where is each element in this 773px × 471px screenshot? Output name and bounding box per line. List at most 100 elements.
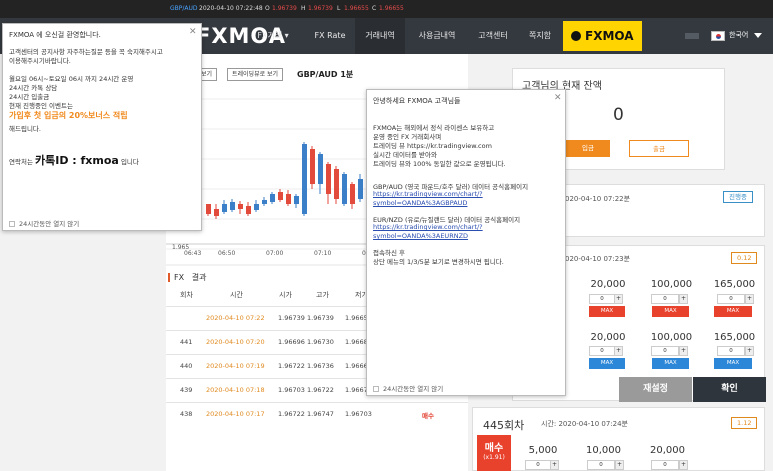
checkbox[interactable] — [9, 221, 15, 227]
max-button[interactable]: MAX — [652, 306, 689, 317]
dont-show-24h[interactable]: 24시간동안 열지 않기 — [373, 383, 443, 393]
table-row[interactable]: 438 2020-04-10 07:17 1.96722 1.96747 1.9… — [166, 402, 468, 426]
ticker-pair: GBP/AUD — [170, 5, 198, 12]
candle-body — [262, 200, 267, 204]
reset-button[interactable]: 재설정 — [619, 377, 692, 402]
round-time: 시간: 2020-04-10 07:24분 — [541, 420, 628, 428]
candle-body — [286, 194, 291, 204]
odds-badge: 1.12 — [731, 417, 758, 429]
results-title: FX 결과 — [168, 272, 206, 283]
gbpaud-link[interactable]: https://kr.tradingview.com/chart/? — [373, 190, 483, 198]
buy-odds: (x1.91) — [483, 454, 505, 461]
plus-button[interactable]: + — [745, 346, 754, 356]
plus-button[interactable]: + — [615, 460, 624, 470]
col-header-open: 시가 — [279, 291, 292, 299]
amount-label: 165,000 — [713, 279, 756, 290]
max-button[interactable]: MAX — [714, 358, 752, 369]
amount-label: 100,000 — [650, 332, 693, 343]
nav-spacer-icon — [685, 33, 699, 39]
amount-label: 10,000 — [586, 445, 621, 456]
nav-item-support[interactable]: 고객센터 — [470, 18, 516, 54]
quantity-stepper[interactable]: 0 — [587, 460, 615, 470]
candle-body — [254, 204, 259, 210]
confirm-button[interactable]: 확인 — [693, 377, 766, 402]
plus-button[interactable]: + — [679, 460, 688, 470]
balance-value: 0 — [613, 105, 624, 125]
dont-show-24h[interactable]: 24시간동안 열지 않기 — [9, 218, 79, 228]
amount-label: 20,000 — [590, 279, 626, 290]
quantity-stepper[interactable]: 0 — [717, 346, 745, 356]
brand-label: FXMOA — [585, 29, 634, 43]
gbpaud-link[interactable]: symbol=OANDA%3AGBPAUD — [373, 199, 467, 207]
withdraw-button[interactable]: 출금 — [629, 140, 689, 157]
plus-button[interactable]: + — [614, 346, 623, 356]
quantity-stepper[interactable]: 0 — [717, 294, 745, 304]
ticker-h-label: H — [301, 5, 306, 12]
max-button[interactable]: MAX — [714, 306, 752, 317]
plus-button[interactable]: + — [679, 294, 688, 304]
popup-line: 현재 진행중인 이벤트는 — [9, 102, 73, 110]
popup-title: 안녕하세요 FXMOA 고객님들 — [373, 97, 461, 105]
nav-item-trade-history[interactable]: 거래내역 — [355, 18, 405, 54]
y-tick-label: 1.965 — [172, 244, 189, 251]
quantity-stepper[interactable]: 0 — [525, 460, 551, 470]
candle-body — [310, 149, 315, 184]
popup-title: FXMOA 에 오신걸 환영합니다. — [9, 31, 101, 39]
welcome-popup: FXMOA 에 오신걸 환영합니다. ✕ 고객센터의 공지사항 자주하는질문 등… — [2, 23, 202, 231]
buy-panel[interactable]: 매수 (x1.91) — [477, 435, 511, 471]
popup-line: 트레이딩 뷰와 100% 동일한 값으로 운영됩니다. — [373, 160, 506, 168]
candle-body — [238, 204, 243, 209]
quantity-stepper[interactable]: 0 — [589, 294, 615, 304]
ticker-l-label: L — [337, 5, 341, 12]
plus-button[interactable]: + — [745, 294, 754, 304]
close-icon[interactable]: ✕ — [554, 93, 562, 103]
col-header-time: 시간 — [230, 291, 243, 299]
candle-body — [342, 174, 347, 204]
max-button[interactable]: MAX — [589, 306, 625, 317]
ticker-c-value: 1.96655 — [379, 5, 404, 12]
quantity-stepper[interactable]: 0 — [589, 346, 615, 356]
amount-label: 165,000 — [713, 332, 756, 343]
x-tick-label: 07:10 — [314, 250, 331, 257]
candle-body — [350, 184, 355, 204]
ticker-o-label: O — [265, 5, 270, 12]
nav-item-fx-trade[interactable]: FX거래 ▾ — [250, 18, 296, 54]
quantity-stepper[interactable]: 0 — [651, 294, 679, 304]
max-button[interactable]: MAX — [652, 358, 689, 369]
checkbox[interactable] — [373, 386, 379, 392]
ticker-c-label: C — [372, 5, 377, 12]
deposit-button[interactable]: 입금 — [566, 140, 610, 157]
quantity-stepper[interactable]: 0 — [651, 346, 679, 356]
plus-button[interactable]: + — [550, 460, 559, 470]
close-icon[interactable]: ✕ — [189, 27, 197, 37]
amount-label: 20,000 — [590, 332, 626, 343]
eurnzd-link[interactable]: symbol=OANDA%3AEURNZD — [373, 232, 468, 240]
quantity-stepper[interactable]: 0 — [651, 460, 679, 470]
candle-body — [246, 206, 251, 214]
candle-body — [270, 194, 275, 202]
language-select[interactable]: 한국어 — [729, 30, 748, 40]
status-badge: 진행중 — [723, 191, 753, 203]
popup-line: 이용해주시기바랍니다. — [9, 57, 71, 65]
brand-button[interactable]: FXMOA — [563, 21, 642, 51]
max-button[interactable]: MAX — [589, 358, 625, 369]
nav-item-usage-history[interactable]: 사용금내역 — [412, 18, 462, 54]
round-number: 445회차 — [483, 419, 525, 432]
candle-body — [294, 196, 299, 204]
candle-body — [358, 179, 363, 199]
col-header-high: 고가 — [316, 291, 329, 299]
candle-body — [318, 154, 323, 184]
candle-body — [302, 144, 307, 214]
amount-label: 20,000 — [650, 445, 685, 456]
plus-button[interactable]: + — [679, 346, 688, 356]
candle-body — [334, 169, 339, 199]
ticker-datetime: 2020-04-10 07:22:48 — [199, 5, 263, 12]
buy-label: 매수 — [484, 443, 504, 454]
notice-popup: 안녕하세요 FXMOA 고객님들 ✕ FXMOA는 해외에서 정식 라이센스 보… — [366, 89, 566, 396]
x-tick-label: 07:00 — [266, 250, 283, 257]
nav-item-messages[interactable]: 쪽지함 — [523, 18, 557, 54]
nav-item-fx-rate[interactable]: FX Rate — [306, 18, 354, 54]
plus-button[interactable]: + — [614, 294, 623, 304]
x-tick-label: 06:50 — [218, 250, 235, 257]
eurnzd-link[interactable]: https://kr.tradingview.com/chart/? — [373, 223, 483, 231]
